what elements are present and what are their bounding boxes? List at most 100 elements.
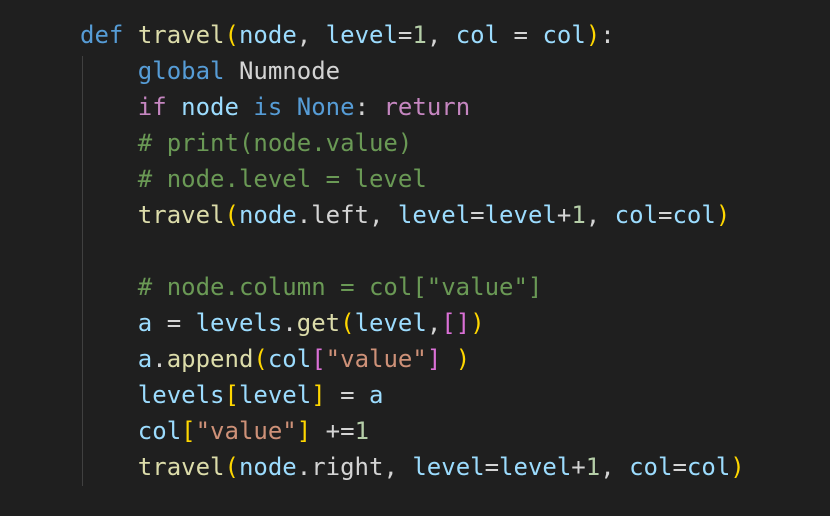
code-token: levels bbox=[137, 381, 225, 409]
code-line: def travel(node, level=1, col = col): bbox=[80, 17, 615, 53]
code-token: col bbox=[542, 21, 586, 49]
code-token: ) bbox=[585, 21, 601, 49]
code-token: # node.column = col["value"] bbox=[137, 273, 543, 301]
code-token: col bbox=[137, 417, 182, 445]
code-token: col bbox=[267, 345, 312, 373]
code-token: + bbox=[556, 201, 572, 229]
code-token: 1 bbox=[354, 417, 370, 445]
code-token: level bbox=[238, 381, 312, 409]
code-token: if bbox=[137, 93, 167, 121]
code-token: append bbox=[166, 345, 254, 373]
code-token: col bbox=[455, 21, 500, 49]
code-token: def bbox=[80, 21, 124, 49]
code-token: , bbox=[296, 21, 326, 49]
code-token: = bbox=[658, 201, 673, 229]
code-token: ( bbox=[340, 309, 355, 337]
code-token: col bbox=[614, 201, 659, 229]
code-line: col["value"] +=1 bbox=[80, 413, 369, 449]
code-token: = bbox=[672, 453, 687, 481]
code-token: . bbox=[152, 345, 167, 373]
code-token: : bbox=[354, 93, 384, 121]
code-token: Numnode bbox=[224, 57, 341, 85]
code-token: 1 bbox=[571, 201, 586, 229]
code-token: += bbox=[311, 417, 355, 445]
code-token: return bbox=[383, 93, 471, 121]
code-token: , bbox=[426, 21, 456, 49]
code-token: .left, bbox=[296, 201, 398, 229]
code-token: : bbox=[600, 21, 615, 49]
code-token: ] bbox=[426, 345, 442, 373]
code-token: [ bbox=[311, 345, 326, 373]
code-token: , bbox=[600, 453, 630, 481]
code-token: col bbox=[686, 453, 731, 481]
code-token: = bbox=[484, 453, 500, 481]
code-token: = bbox=[499, 21, 543, 49]
code-token: level bbox=[484, 201, 557, 229]
code-token: "value" bbox=[195, 417, 297, 445]
code-token: ( bbox=[224, 453, 239, 481]
code-line: levels[level] = a bbox=[80, 377, 384, 413]
code-token: . bbox=[282, 309, 297, 337]
code-token: ( bbox=[253, 345, 268, 373]
code-line: global Numnode bbox=[80, 53, 340, 89]
code-token: node bbox=[238, 453, 297, 481]
code-token: ) bbox=[730, 453, 745, 481]
code-token: 1 bbox=[585, 453, 601, 481]
code-token: travel bbox=[137, 201, 225, 229]
code-token: , bbox=[585, 201, 615, 229]
code-line: a.append(col["value"] ) bbox=[80, 341, 470, 377]
code-line: travel(node.right, level=level+1, col=co… bbox=[80, 449, 745, 485]
code-token: ] bbox=[296, 417, 312, 445]
code-token: ( bbox=[224, 201, 239, 229]
code-token: col bbox=[672, 201, 716, 229]
code-token: travel bbox=[137, 453, 225, 481]
code-token: = bbox=[325, 381, 370, 409]
code-token: .right, bbox=[296, 453, 413, 481]
code-token: ) bbox=[470, 309, 485, 337]
code-token: None bbox=[296, 93, 355, 121]
code-token: ] bbox=[311, 381, 326, 409]
code-token: level bbox=[412, 453, 485, 481]
code-editor[interactable]: def travel(node, level=1, col = col): gl… bbox=[0, 0, 830, 516]
code-token: a bbox=[137, 309, 153, 337]
code-line: # print(node.value) bbox=[80, 125, 413, 161]
code-token: + bbox=[571, 453, 586, 481]
code-token: "value" bbox=[325, 345, 427, 373]
code-token: , bbox=[426, 309, 442, 337]
code-line: a = levels.get(level,[]) bbox=[80, 305, 485, 341]
code-line: # node.level = level bbox=[80, 161, 427, 197]
code-token: = bbox=[470, 201, 485, 229]
code-token: [ bbox=[181, 417, 196, 445]
code-token: [ bbox=[224, 381, 239, 409]
code-token: a bbox=[137, 345, 153, 373]
code-token: = bbox=[152, 309, 196, 337]
code-token: level bbox=[499, 453, 572, 481]
code-token: ( bbox=[224, 21, 239, 49]
code-token: is bbox=[253, 93, 283, 121]
code-token: # print(node.value) bbox=[137, 129, 413, 157]
code-line: travel(node.left, level=level+1, col=col… bbox=[80, 197, 731, 233]
code-token: node bbox=[181, 93, 239, 121]
code-token: travel bbox=[137, 21, 225, 49]
code-token: ) bbox=[455, 345, 471, 373]
code-token: # node.level = level bbox=[137, 165, 427, 193]
code-token: 1 bbox=[412, 21, 427, 49]
code-token: a bbox=[369, 381, 384, 409]
code-line: # node.column = col["value"] bbox=[80, 269, 543, 305]
code-token: level bbox=[397, 201, 471, 229]
